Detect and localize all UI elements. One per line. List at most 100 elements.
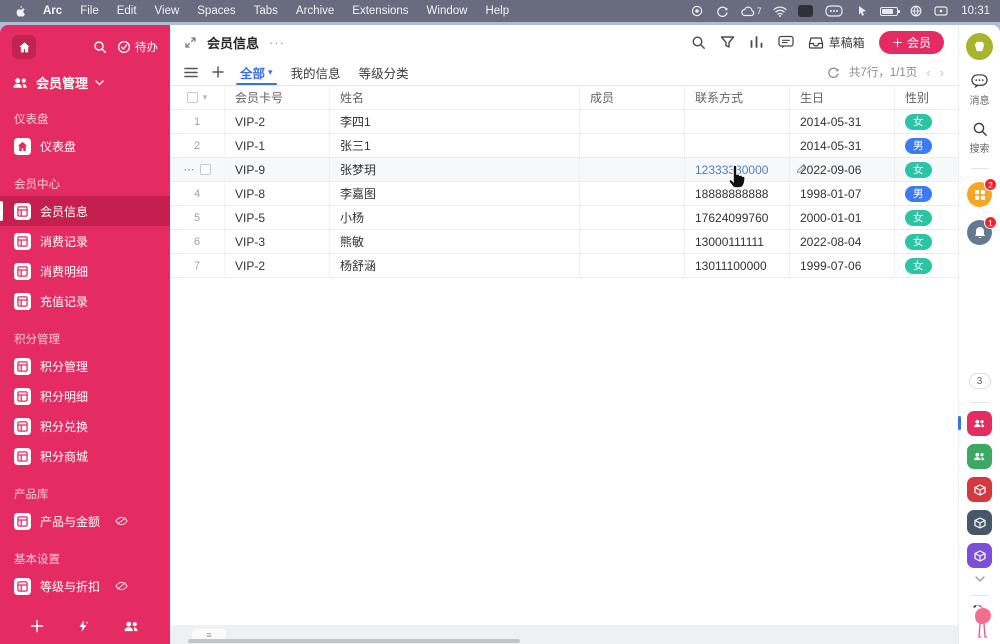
cell-birthday: 1998-01-07 bbox=[790, 182, 895, 205]
control-center-icon[interactable] bbox=[909, 4, 923, 18]
record-status-icon[interactable] bbox=[690, 4, 704, 18]
tab-level-category[interactable]: 等级分类 bbox=[357, 59, 411, 85]
todo-button[interactable]: 待办 bbox=[117, 39, 158, 55]
menu-item-file[interactable]: File bbox=[71, 0, 108, 22]
app-icon-people-green[interactable] bbox=[967, 444, 992, 469]
grid-icon bbox=[974, 189, 985, 200]
table-row[interactable]: 2 VIP-1 张三1 2014-05-31 男 bbox=[170, 134, 958, 158]
cell-gender: 男 bbox=[895, 182, 958, 205]
sidebar-section-products: 产品库 bbox=[14, 489, 49, 501]
table-row-hovered[interactable]: ⋯ VIP-9 张梦玥 12333330000 2022-09-06 女 bbox=[170, 158, 958, 182]
table-row[interactable]: 7 VIP-2 杨舒涵 13011100000 1999-07-06 女 bbox=[170, 254, 958, 278]
row-checkbox[interactable] bbox=[199, 164, 211, 175]
filter-icon[interactable] bbox=[720, 35, 735, 49]
display-icon[interactable] bbox=[934, 4, 948, 18]
table-row[interactable]: 5 VIP-5 小杨 17624099760 2000-01-01 女 bbox=[170, 206, 958, 230]
menu-item-view[interactable]: View bbox=[146, 0, 189, 22]
title-more-button[interactable]: ··· bbox=[269, 35, 285, 50]
datasheet-icon bbox=[14, 357, 31, 375]
sidebar-item-dashboard[interactable]: 仪表盘 bbox=[0, 131, 170, 161]
global-search-button[interactable]: 搜索 bbox=[970, 121, 990, 155]
column-header-birthday[interactable]: 生日 bbox=[790, 86, 895, 109]
menu-item-edit[interactable]: Edit bbox=[108, 0, 146, 22]
menu-item-archive[interactable]: Archive bbox=[287, 0, 343, 22]
menu-item-arc[interactable]: Arc bbox=[34, 0, 71, 22]
select-all-checkbox[interactable] bbox=[186, 92, 198, 103]
workspace-switcher[interactable]: 会员管理 bbox=[0, 65, 170, 96]
tab-all[interactable]: 全部 ▾ bbox=[236, 59, 277, 85]
pointer-tool-icon[interactable] bbox=[855, 4, 869, 18]
column-header-name[interactable]: 姓名 bbox=[330, 86, 580, 109]
menu-item-window[interactable]: Window bbox=[418, 0, 477, 22]
phone-link[interactable]: 12333330000 bbox=[695, 163, 768, 177]
menu-item-help[interactable]: Help bbox=[476, 0, 518, 22]
add-view-button[interactable] bbox=[212, 66, 224, 78]
apps-center-button[interactable]: 2 bbox=[967, 178, 997, 207]
expand-icon[interactable] bbox=[184, 36, 197, 49]
menu-item-spaces[interactable]: Spaces bbox=[188, 0, 244, 22]
sidebar-item-products-amount[interactable]: 产品与金额 bbox=[0, 506, 170, 536]
sidebar-item-member-info[interactable]: 会员信息 bbox=[0, 196, 170, 226]
tab-my-info[interactable]: 我的信息 bbox=[289, 59, 343, 85]
apple-logo-icon[interactable] bbox=[14, 5, 26, 18]
gender-badge: 女 bbox=[905, 113, 932, 130]
view-list-icon[interactable] bbox=[184, 67, 198, 78]
next-page-button[interactable]: › bbox=[940, 65, 944, 80]
edit-cell-icon[interactable] bbox=[796, 163, 807, 174]
cell-member bbox=[580, 230, 685, 253]
wifi-icon[interactable] bbox=[773, 4, 787, 18]
prev-page-button[interactable]: ‹ bbox=[926, 65, 930, 80]
drafts-label: 草稿箱 bbox=[828, 35, 865, 50]
sidebar-item-points-mall[interactable]: 积分商城 bbox=[0, 441, 170, 471]
group-sort-icon[interactable] bbox=[749, 35, 764, 49]
sidebar-item-consume-records[interactable]: 消费记录 bbox=[0, 226, 170, 256]
app-icon-member-management[interactable] bbox=[958, 411, 992, 436]
rail-chevron-down-icon[interactable] bbox=[974, 576, 985, 582]
chat-app-icon[interactable] bbox=[824, 4, 844, 18]
datasheet-icon bbox=[14, 232, 31, 250]
column-header-gender[interactable]: 性别 bbox=[895, 86, 958, 109]
menu-item-tabs[interactable]: Tabs bbox=[245, 0, 287, 22]
home-button[interactable] bbox=[12, 35, 36, 59]
sidebar-search-icon[interactable] bbox=[93, 40, 107, 54]
column-header-contact[interactable]: 联系方式 bbox=[685, 86, 790, 109]
sidebar-item-consume-details[interactable]: 消费明细 bbox=[0, 256, 170, 286]
app-icon-box-red[interactable] bbox=[967, 477, 992, 502]
datasheet-icon bbox=[14, 292, 31, 310]
horizontal-scrollbar[interactable] bbox=[188, 639, 520, 643]
app-icon-box-dark[interactable] bbox=[967, 510, 992, 535]
sidebar-item-points-manage[interactable]: 积分管理 bbox=[0, 351, 170, 381]
sidebar-item-points-exchange[interactable]: 积分兑换 bbox=[0, 411, 170, 441]
add-node-button[interactable] bbox=[30, 619, 44, 633]
sidebar-item-recharge-records[interactable]: 充值记录 bbox=[0, 286, 170, 316]
input-source-icon[interactable] bbox=[798, 5, 814, 17]
table-row[interactable]: 6 VIP-3 熊敏 13000111111 2022-08-04 女 bbox=[170, 230, 958, 254]
invite-members-button[interactable] bbox=[123, 620, 140, 633]
table-row[interactable]: 1 VIP-2 李四1 2014-05-31 女 bbox=[170, 110, 958, 134]
app-icon-box-purple[interactable] bbox=[967, 543, 992, 568]
add-member-button[interactable]: ＋ 会员 bbox=[878, 30, 944, 54]
messages-button[interactable]: 消息 bbox=[970, 74, 990, 107]
chevron-down-icon bbox=[95, 79, 104, 85]
cell-member bbox=[580, 206, 685, 229]
drafts-button[interactable]: 草稿箱 bbox=[808, 34, 865, 51]
cell-gender: 女 bbox=[895, 206, 958, 229]
avatar[interactable] bbox=[966, 33, 993, 60]
table-search-icon[interactable] bbox=[691, 35, 706, 50]
template-magic-button[interactable] bbox=[76, 619, 90, 633]
table-row[interactable]: 4 VIP-8 李嘉图 18888888888 1998-01-07 男 bbox=[170, 182, 958, 206]
cloud-sync-icon[interactable]: 7 bbox=[740, 4, 762, 18]
comment-icon[interactable] bbox=[777, 35, 794, 49]
hidden-apps-count[interactable]: 3 bbox=[968, 373, 991, 389]
header-caret-icon[interactable]: ▾ bbox=[203, 92, 208, 103]
column-header-card[interactable]: 会员卡号 bbox=[225, 86, 330, 109]
sidebar-item-points-details[interactable]: 积分明细 bbox=[0, 381, 170, 411]
sync-status-icon[interactable] bbox=[715, 4, 729, 18]
notifications-button[interactable]: 1 bbox=[967, 216, 997, 245]
refresh-icon[interactable] bbox=[827, 66, 840, 79]
menu-item-extensions[interactable]: Extensions bbox=[343, 0, 417, 22]
battery-icon bbox=[880, 6, 901, 16]
sidebar-item-levels-discount[interactable]: 等级与折扣 bbox=[0, 571, 170, 601]
column-header-member[interactable]: 成员 bbox=[580, 86, 685, 109]
row-more-button[interactable]: ⋯ bbox=[184, 163, 195, 176]
